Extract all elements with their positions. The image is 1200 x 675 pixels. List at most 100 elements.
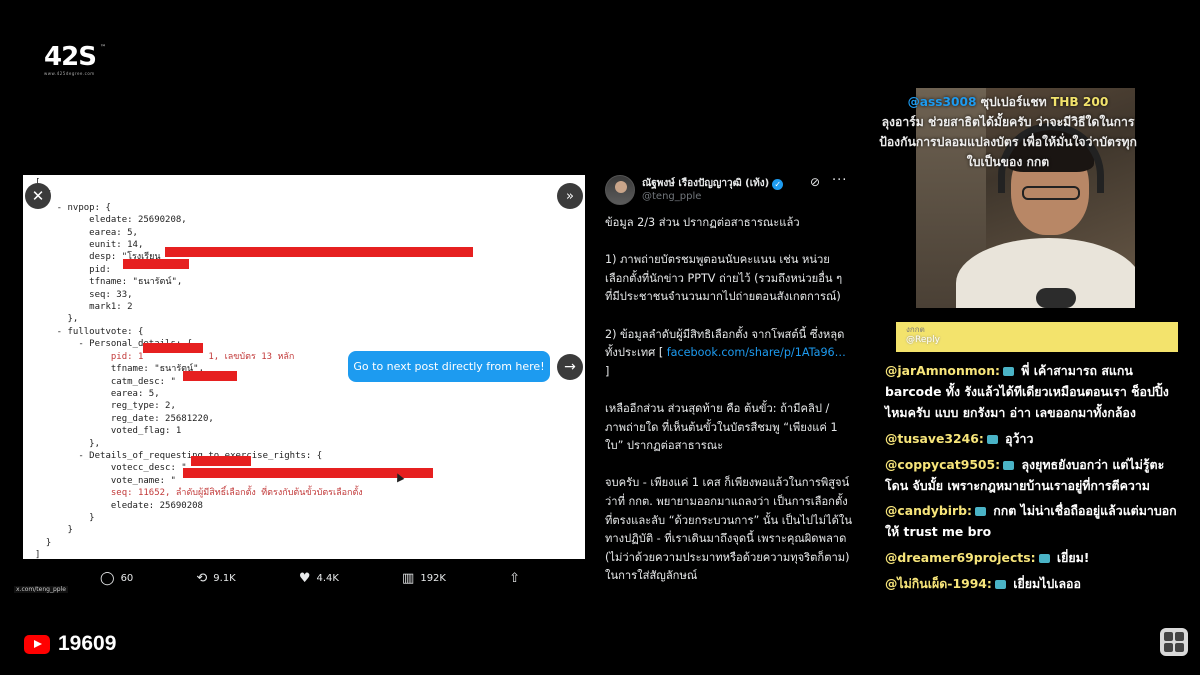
- expand-panel-icon[interactable]: »: [557, 183, 583, 209]
- chat-username[interactable]: @candybirb:: [885, 503, 972, 518]
- chat-username[interactable]: @jarAmnonmon:: [885, 363, 1000, 378]
- share-button[interactable]: ⇧: [509, 571, 520, 586]
- superchat-user-tail: 3008: [942, 95, 977, 109]
- tweet-body: ข้อมูล 2/3 ส่วน ปรากฏต่อสาธารณะแล้ว 1) ภ…: [605, 214, 853, 595]
- heart-icon: ♥: [298, 570, 311, 586]
- like-button[interactable]: ♥ 4.4K: [299, 571, 339, 586]
- tweet-paragraph: เหลืออีกส่วน ส่วนสุดท้าย คือ ต้นขั้ว: ถ้…: [605, 401, 838, 453]
- chat-username[interactable]: @ไม่กินเผ็ด-1994:: [885, 576, 992, 591]
- json-code-block: [ { - nvpop: { eledate: 25690208, earea:…: [35, 177, 363, 559]
- code-line: reg_type: 2,: [35, 401, 176, 412]
- superchat-label: ซุปเปอร์แชท: [976, 95, 1051, 109]
- close-icon[interactable]: ✕: [25, 183, 51, 209]
- chat-username[interactable]: @tusave3246:: [885, 431, 984, 446]
- code-line: voted_flag: 1: [35, 426, 182, 437]
- avatar[interactable]: [605, 175, 635, 205]
- reply-button[interactable]: ◯ 60: [100, 571, 133, 586]
- like-count: 4.4K: [316, 572, 339, 584]
- superchat-amount: THB 200: [1050, 95, 1109, 109]
- code-line: earea: 5,: [35, 388, 160, 399]
- youtube-icon: [24, 634, 50, 654]
- source-url: x.com/teng_pple: [14, 586, 68, 593]
- code-line: },: [35, 438, 101, 449]
- logo-trademark: ™: [100, 44, 106, 51]
- code-line: - nvpop: {: [35, 202, 111, 213]
- member-badge-icon: [994, 580, 1006, 589]
- channel-logo: 42S ™ www.425degree.com: [44, 44, 108, 78]
- view-count: 192K: [420, 572, 446, 584]
- author-handle[interactable]: @teng_pple: [642, 191, 701, 202]
- views-button[interactable]: ▥ 192K: [402, 571, 446, 586]
- redaction-bar: [183, 371, 237, 381]
- code-line: eledate: 25690208,: [35, 215, 187, 226]
- chat-message: @candybirb: กกต ไม่น่าเชื่อถืออยู่แล้วแต…: [885, 500, 1185, 542]
- code-line: ]: [35, 550, 41, 559]
- superchat-message-line: ป้องกันการปลอมแปลงบัตร เพื่อให้มั่นใจว่า…: [879, 135, 1137, 149]
- repost-count: 9.1K: [213, 572, 236, 584]
- author-name[interactable]: ณัฐพงษ์ เรืองปัญญาวุฒิ (เท้ง) ✓: [642, 176, 784, 191]
- share-icon: ⇧: [509, 570, 520, 586]
- superchat-message-line: ลุงอาร์ม ช่วยสาธิตได้มั้ยครับ ว่าจะมีวิธ…: [881, 115, 1135, 129]
- redaction-bar: [143, 343, 203, 353]
- code-line: mark1: 2: [35, 302, 133, 313]
- tweet-paragraph: จบครับ - เพียงแค่ 1 เคส ก็เพียงพอแล้วในก…: [605, 476, 852, 583]
- chat-message: @dreamer69projects: เยี่ยม!: [885, 547, 1185, 568]
- tweet-text: ]: [605, 364, 610, 378]
- logo-digits: 42: [44, 42, 79, 72]
- chat-username[interactable]: @dreamer69projects:: [885, 550, 1036, 565]
- member-badge-icon: [974, 507, 986, 516]
- code-line: [: [35, 177, 363, 189]
- tweet-panel: ณัฐพงษ์ เรืองปัญญาวุฒิ (เท้ง) ✓ @teng_ppl…: [595, 170, 870, 595]
- logo-digits-2: S: [78, 42, 97, 72]
- code-line: eledate: 25690208: [35, 500, 203, 511]
- code-line: tfname: "ธนารัตน์",: [35, 277, 183, 288]
- repost-icon: ⟲: [196, 570, 208, 586]
- code-line: },: [35, 314, 79, 325]
- tweet-action-bar: ◯ 60 ⟲ 9.1K ♥ 4.4K ▥ 192K ⇧: [100, 569, 520, 587]
- code-line: seq: 33,: [35, 289, 133, 300]
- redaction-bar: [123, 259, 189, 269]
- code-line: reg_date: 25681220,: [35, 413, 214, 424]
- superchat-message-line: ใบเป็นของ กกต: [966, 155, 1050, 169]
- youtube-subscriber-counter: 19609: [24, 632, 116, 656]
- next-post-tooltip: Go to next post directly from here!: [348, 351, 550, 382]
- member-badge-icon: [1003, 461, 1015, 470]
- next-post-arrow-icon[interactable]: →: [557, 354, 583, 380]
- chat-message: @ไม่กินเผ็ด-1994: เยี่ยมไปเลออ: [885, 573, 1185, 594]
- code-line: pid:: [35, 264, 117, 275]
- comment-icon: ◯: [100, 570, 115, 586]
- bar-chart-icon: ▥: [402, 570, 415, 586]
- grok-icon[interactable]: ⊘: [810, 175, 820, 189]
- superchat-header: @ass3008 ซุปเปอร์แชท THB 200: [848, 92, 1168, 112]
- logo-url: www.425degree.com: [44, 71, 95, 76]
- chat-text: อุว้าว: [1000, 431, 1034, 446]
- reply-label[interactable]: @Reply: [906, 335, 940, 345]
- chat-message: @coppycat9505: ลุงยุทธยังบอกว่า แต่ไม่รู…: [885, 454, 1185, 496]
- chat-username[interactable]: @coppycat9505:: [885, 457, 1000, 472]
- superchat-user: @ass: [907, 95, 943, 109]
- author-name-text: ณัฐพงษ์ เรืองปัญญาวุฒิ (เท้ง): [642, 178, 770, 189]
- code-line: {: [35, 189, 363, 201]
- chat-text: เยี่ยมไปเลออ: [1008, 576, 1081, 591]
- tweet-paragraph: 1) ภาพถ่ายบัตรชมพูตอนนับคะแนน เช่น หน่วย…: [605, 253, 843, 304]
- code-line: }: [35, 512, 95, 523]
- redaction-bar: [191, 456, 251, 466]
- reply-count: 60: [120, 572, 134, 584]
- reply-box[interactable]: งกกต @Reply: [896, 322, 1178, 352]
- verified-icon: ✓: [772, 179, 784, 190]
- chat-message: @tusave3246: อุว้าว: [885, 428, 1185, 449]
- chat-text: เยี่ยม!: [1052, 550, 1090, 565]
- repost-button[interactable]: ⟲ 9.1K: [196, 571, 235, 586]
- subscriber-count: 19609: [58, 632, 117, 655]
- code-line: }: [35, 537, 52, 548]
- redaction-bar: [165, 247, 473, 257]
- glasses-icon: [1022, 186, 1080, 200]
- member-badge-icon: [1002, 367, 1014, 376]
- dice-logo-icon: [1160, 628, 1188, 656]
- tweet-paragraph: 2) ข้อมูลลำดับผู้มีสิทธิเลือกตั้ง จากโพส…: [605, 326, 853, 382]
- code-line: - fulloutvote: {: [35, 326, 144, 337]
- code-line: seq: 11652, ลำดับผู้มีสิทธิ์เลือกตั้ง ที…: [35, 488, 363, 499]
- more-options-icon[interactable]: ···: [832, 173, 847, 188]
- facebook-link[interactable]: facebook.com/share/p/1ATa96…: [667, 346, 846, 359]
- superchat-overlay: @ass3008 ซุปเปอร์แชท THB 200 ลุงอาร์ม ช่…: [848, 92, 1168, 172]
